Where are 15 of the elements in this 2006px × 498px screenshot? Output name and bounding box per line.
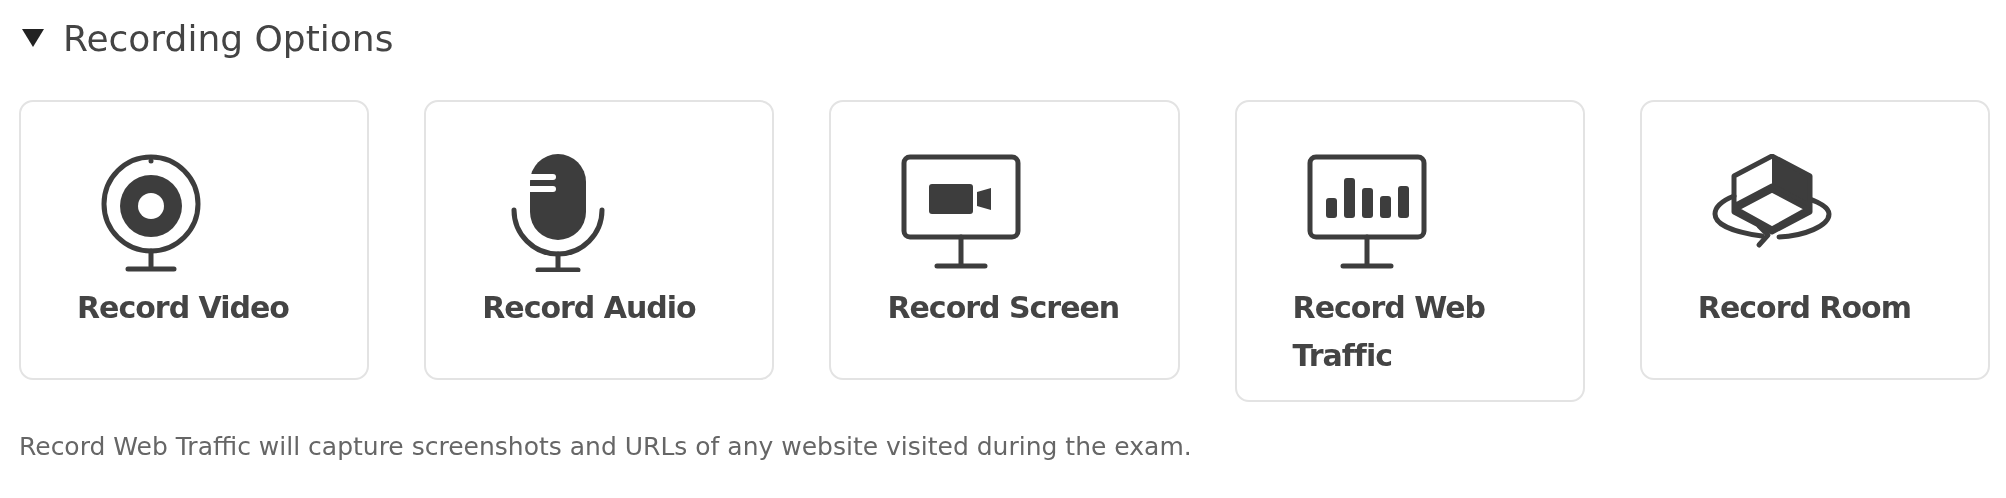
option-card[interactable]: Record Web Traffic xyxy=(1234,100,1585,402)
option-card[interactable]: Record Room xyxy=(1639,100,1990,380)
option-card[interactable]: Record Video xyxy=(19,100,370,380)
option-label: Record Screen xyxy=(887,289,1120,327)
option-card[interactable]: Record Screen xyxy=(829,100,1180,380)
info-text: Record Web Traffic will capture screenshots and URLs of any website visited during the exam. xyxy=(19,432,1193,461)
webcam-icon xyxy=(101,154,201,272)
option-label: Record Video xyxy=(77,289,289,327)
monitor-camera-icon xyxy=(901,154,1022,272)
section-title: Recording Options xyxy=(63,17,394,59)
option-label: Record Room xyxy=(1697,289,1911,327)
option-card[interactable]: Record Audio xyxy=(424,100,775,380)
monitor-chart-icon xyxy=(1306,154,1427,272)
option-label: Record Audio xyxy=(482,289,696,327)
option-label: Record Web Traffic xyxy=(1292,289,1486,375)
